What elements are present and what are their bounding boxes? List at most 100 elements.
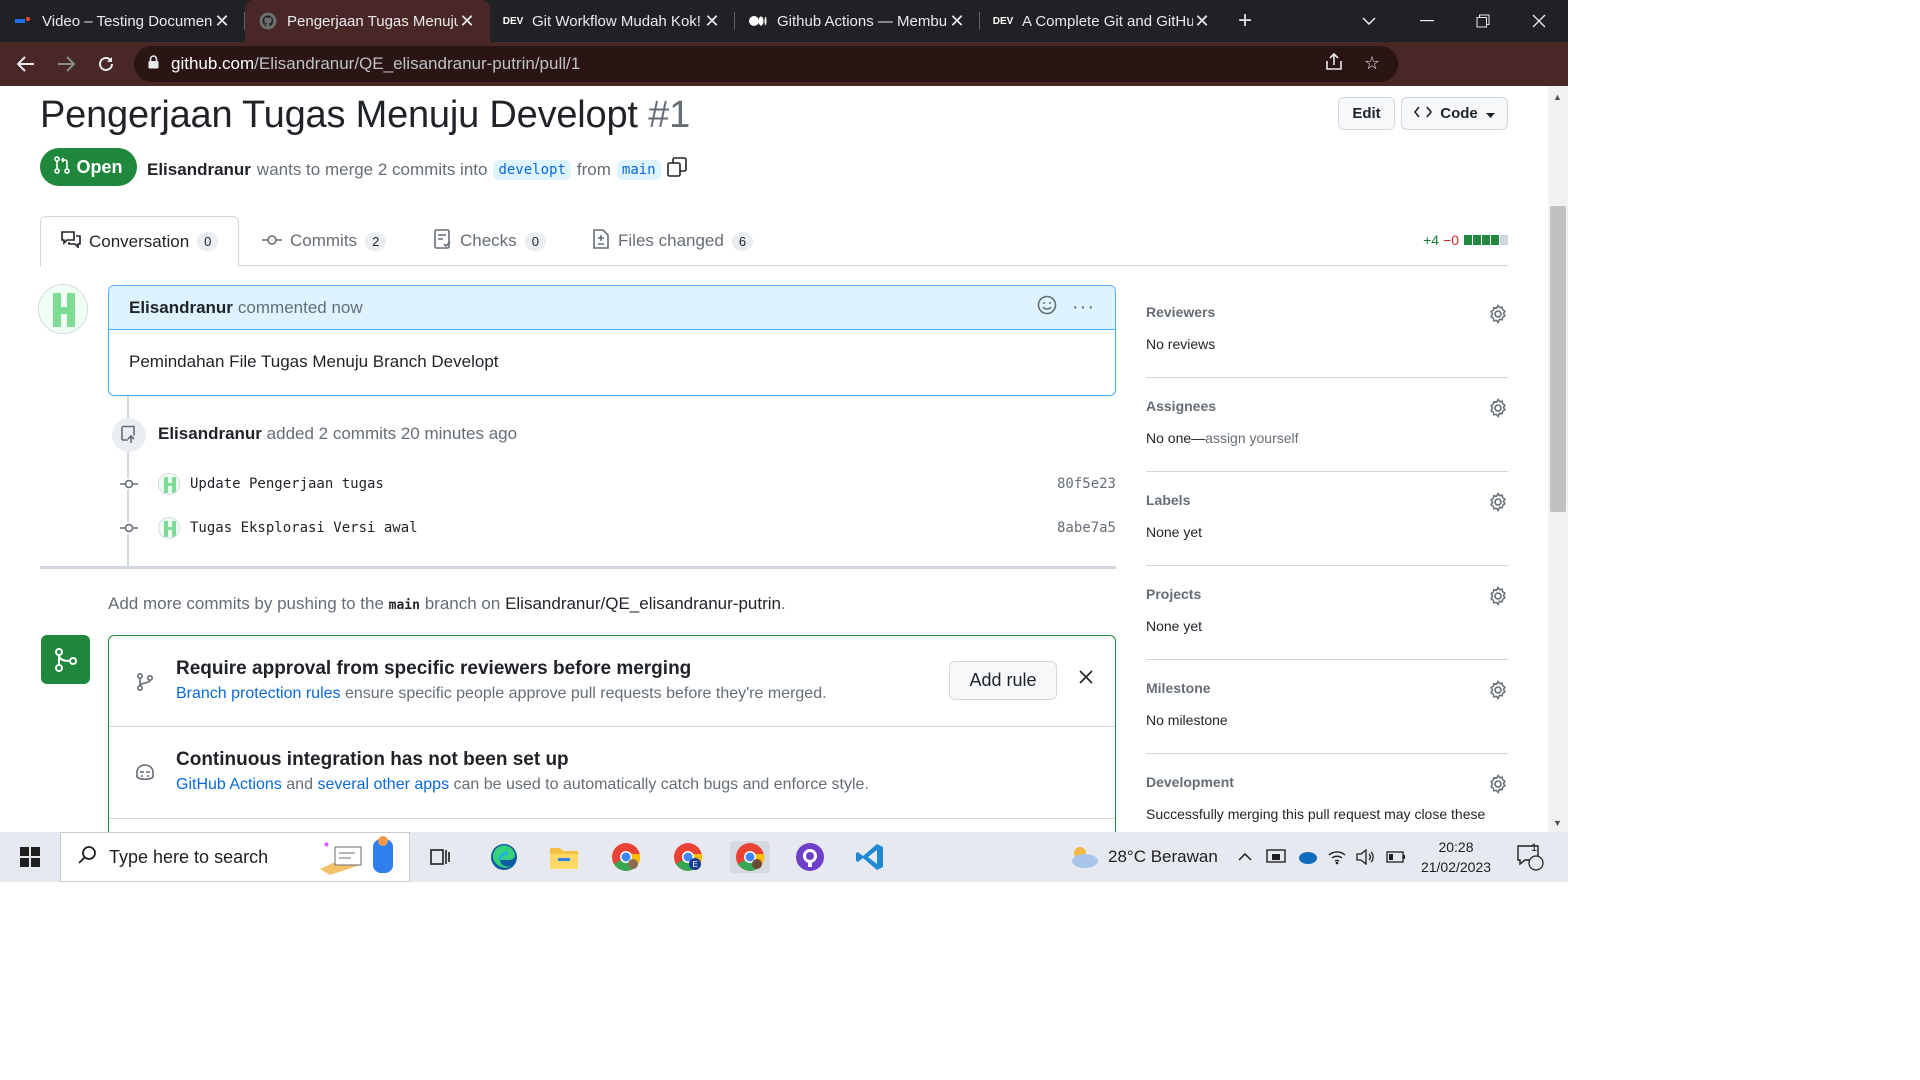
close-tab-icon[interactable]: ✕ bbox=[458, 11, 476, 32]
close-x-icon[interactable] bbox=[1079, 670, 1093, 689]
file-explorer-icon[interactable] bbox=[546, 841, 582, 873]
bookmark-star-icon[interactable]: ☆ bbox=[1364, 53, 1380, 74]
browser-tab-title: Git Workflow Mudah Kok! bbox=[532, 12, 701, 30]
close-tab-icon[interactable]: ✕ bbox=[213, 11, 231, 32]
comment-author-avatar[interactable] bbox=[38, 284, 88, 334]
base-branch-label[interactable]: developt bbox=[493, 159, 571, 180]
sidebar-label[interactable]: Projects bbox=[1146, 586, 1201, 602]
browser-tab[interactable]: Video – Testing Documen ✕ bbox=[0, 0, 245, 42]
sidebar-value: Successfully merging this pull request m… bbox=[1146, 806, 1486, 822]
commit-author-avatar[interactable] bbox=[158, 473, 180, 495]
code-button[interactable]: Code bbox=[1401, 97, 1508, 130]
head-branch-label[interactable]: main bbox=[616, 159, 661, 180]
gear-icon[interactable] bbox=[1488, 398, 1508, 419]
restore-window-icon[interactable] bbox=[1476, 0, 1490, 42]
sidebar-label[interactable]: Reviewers bbox=[1146, 304, 1215, 320]
pr-title: Pengerjaan Tugas Menuju Developt #1 bbox=[40, 94, 690, 137]
new-tab-plus-icon[interactable]: + bbox=[1225, 7, 1265, 35]
close-window-icon[interactable] bbox=[1532, 0, 1546, 42]
windows-start-icon[interactable] bbox=[12, 841, 48, 873]
timeline-author-link[interactable]: Elisandranur bbox=[158, 424, 262, 443]
tab-search-chevron-icon[interactable] bbox=[1362, 0, 1376, 42]
edge-browser-icon[interactable] bbox=[486, 841, 522, 873]
gear-icon[interactable] bbox=[1488, 774, 1508, 795]
volume-icon[interactable] bbox=[1356, 832, 1374, 882]
weather-text[interactable]: 28°C Berawan bbox=[1108, 832, 1218, 882]
scrollbar-thumb[interactable] bbox=[1550, 206, 1566, 512]
chevron-up-icon[interactable] bbox=[1238, 832, 1252, 882]
tab-checks[interactable]: Checks 0 bbox=[434, 216, 546, 266]
close-tab-icon[interactable]: ✕ bbox=[1193, 11, 1211, 32]
tab-conversation[interactable]: Conversation 0 bbox=[40, 216, 240, 267]
browser-tab[interactable]: DEV Git Workflow Mudah Kok! ✕ bbox=[490, 0, 735, 42]
task-view-icon[interactable] bbox=[422, 841, 458, 873]
gear-icon[interactable] bbox=[1488, 680, 1508, 701]
reload-icon[interactable] bbox=[86, 44, 126, 84]
dev-favicon-icon: DEV bbox=[502, 15, 524, 27]
gear-icon[interactable] bbox=[1488, 304, 1508, 325]
tab-commits[interactable]: Commits 2 bbox=[262, 216, 387, 266]
back-arrow-icon[interactable] bbox=[6, 44, 46, 84]
merge-box-divider bbox=[109, 818, 1115, 819]
taskbar-search-box[interactable]: Type here to search bbox=[60, 832, 410, 882]
close-tab-icon[interactable]: ✕ bbox=[703, 11, 721, 32]
pr-author-link[interactable]: Elisandranur bbox=[147, 160, 251, 180]
taskbar-clock[interactable]: 20:28 21/02/2023 bbox=[1414, 832, 1498, 882]
battery-icon[interactable] bbox=[1386, 832, 1406, 882]
commit-message-link[interactable]: Tugas Eksplorasi Versi awal bbox=[190, 520, 1057, 536]
pr-number: #1 bbox=[648, 94, 691, 136]
add-rule-button[interactable]: Add rule bbox=[949, 661, 1057, 700]
browser-tab-title: A Complete Git and GitHu bbox=[1022, 12, 1193, 30]
scroll-down-arrow-icon[interactable]: ▼ bbox=[1553, 818, 1562, 828]
commit-message-link[interactable]: Update Pengerjaan tugas bbox=[190, 476, 1057, 492]
github-actions-link[interactable]: GitHub Actions bbox=[176, 776, 282, 793]
url-path: /Elisandranur/QE_elisandranur-putrin/pul… bbox=[254, 54, 581, 73]
other-apps-link[interactable]: several other apps bbox=[317, 776, 449, 793]
branch-protection-link[interactable]: Branch protection rules bbox=[176, 685, 341, 702]
notification-count: 1 bbox=[1531, 842, 1538, 854]
minimize-window-icon[interactable] bbox=[1420, 0, 1434, 42]
device-icon[interactable] bbox=[1266, 832, 1286, 882]
notification-icon[interactable] bbox=[1516, 832, 1544, 882]
hint-repo-link[interactable]: Elisandranur/QE_elisandranur-putrin bbox=[505, 594, 781, 613]
chrome-active-icon[interactable] bbox=[730, 841, 770, 873]
commit-sha-link[interactable]: 80f5e23 bbox=[1057, 476, 1116, 492]
smiley-icon[interactable] bbox=[1037, 295, 1057, 320]
sidebar-label[interactable]: Assignees bbox=[1146, 398, 1216, 414]
copy-icon[interactable] bbox=[666, 157, 687, 182]
share-icon[interactable] bbox=[1324, 52, 1344, 76]
sidebar-label[interactable]: Labels bbox=[1146, 492, 1190, 508]
dev-favicon-icon: DEV bbox=[992, 15, 1014, 27]
chrome-icon[interactable] bbox=[608, 841, 644, 873]
browser-tab[interactable]: DEV A Complete Git and GitHu ✕ bbox=[980, 0, 1225, 42]
search-highlight-illustration-icon bbox=[315, 833, 405, 882]
address-bar[interactable]: github.com/Elisandranur/QE_elisandranur-… bbox=[134, 46, 1398, 82]
assign-yourself-link[interactable]: assign yourself bbox=[1205, 430, 1298, 446]
sidebar-label[interactable]: Milestone bbox=[1146, 680, 1211, 696]
chrome-profile-e-icon[interactable]: E bbox=[670, 841, 706, 873]
kebab-horizontal-icon[interactable]: ··· bbox=[1072, 296, 1095, 319]
sidebar-milestone: Milestone No milestone bbox=[1146, 660, 1508, 754]
tab-files-changed[interactable]: Files changed 6 bbox=[592, 216, 754, 266]
close-tab-icon[interactable]: ✕ bbox=[948, 11, 966, 32]
wifi-icon[interactable] bbox=[1328, 832, 1346, 882]
weather-cloud-icon[interactable] bbox=[1066, 832, 1100, 882]
edit-button[interactable]: Edit bbox=[1338, 97, 1395, 130]
browser-tab[interactable]: Github Actions — Membu ✕ bbox=[735, 0, 980, 42]
commit-author-avatar[interactable] bbox=[158, 517, 180, 539]
forward-arrow-icon[interactable] bbox=[46, 44, 86, 84]
browser-tab-active[interactable]: Pengerjaan Tugas Menuju ✕ bbox=[245, 0, 490, 42]
comment-timestamp[interactable]: commented now bbox=[238, 298, 363, 318]
page-scrollbar[interactable]: ▲ ▼ bbox=[1548, 86, 1568, 832]
comment-author-link[interactable]: Elisandranur bbox=[129, 298, 233, 318]
ci-and-text: and bbox=[286, 776, 313, 793]
vscode-icon[interactable] bbox=[852, 841, 888, 873]
scroll-up-arrow-icon[interactable]: ▲ bbox=[1553, 92, 1562, 102]
gear-icon[interactable] bbox=[1488, 492, 1508, 513]
gear-icon[interactable] bbox=[1488, 586, 1508, 607]
sidebar-label[interactable]: Development bbox=[1146, 774, 1234, 790]
onedrive-cloud-icon[interactable] bbox=[1296, 832, 1318, 882]
github-desktop-icon[interactable] bbox=[792, 841, 828, 873]
lock-icon[interactable] bbox=[148, 54, 159, 74]
commit-sha-link[interactable]: 8abe7a5 bbox=[1057, 520, 1116, 536]
